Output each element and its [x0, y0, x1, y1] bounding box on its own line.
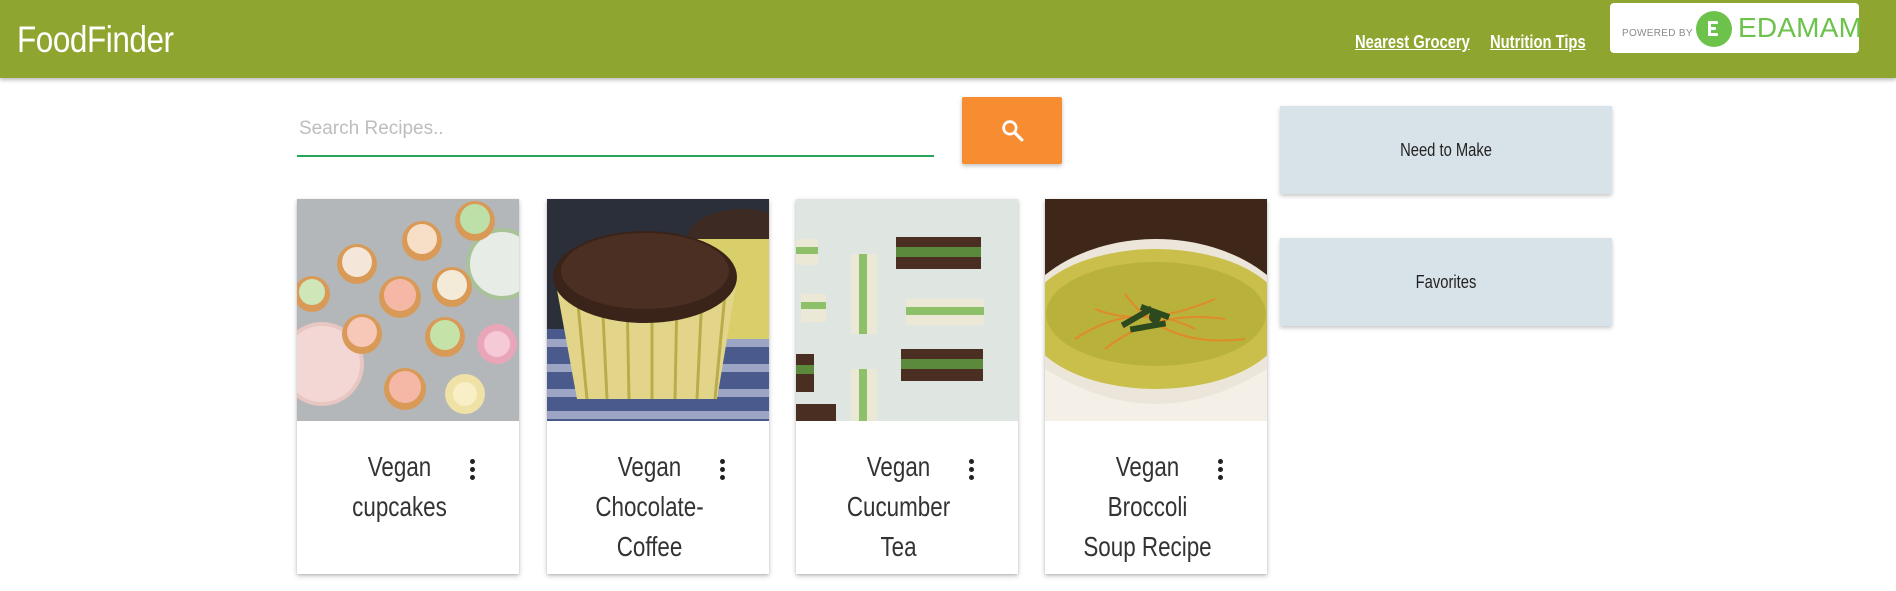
- tea-sandwiches-photo[interactable]: [796, 199, 1018, 421]
- need-to-make-label: Need to Make: [1400, 140, 1492, 160]
- recipe-title[interactable]: Vegan cupcakes: [334, 447, 466, 527]
- more-vert-icon[interactable]: [1210, 457, 1230, 483]
- broccoli-soup-photo[interactable]: [1045, 199, 1267, 421]
- powered-by-edamam-badge[interactable]: POWERED BY EDAMAM: [1610, 3, 1863, 53]
- brand-logo[interactable]: FoodFinder: [17, 20, 174, 60]
- more-vert-icon[interactable]: [462, 457, 482, 483]
- favorites-button[interactable]: Favorites: [1280, 238, 1612, 326]
- search-bar: [297, 103, 934, 157]
- more-vert-icon[interactable]: [712, 457, 732, 483]
- recipe-card[interactable]: Vegan Broccoli Soup Recipe: [1045, 199, 1267, 574]
- favorites-label: Favorites: [1415, 272, 1477, 292]
- cupcakes-photo[interactable]: [297, 199, 519, 421]
- edamam-logo-icon: [1696, 11, 1732, 47]
- search-input[interactable]: [297, 113, 921, 145]
- recipe-title[interactable]: Vegan Chocolate-Coffee Muffins: [584, 447, 716, 574]
- need-to-make-button[interactable]: Need to Make: [1280, 106, 1612, 194]
- search-icon: [1002, 120, 1024, 142]
- chocolate-muffin-photo[interactable]: [547, 199, 769, 421]
- recipe-card[interactable]: Vegan Cucumber Tea Sandwiches: [796, 199, 1018, 574]
- nav-link-nearest-grocery[interactable]: Nearest Grocery: [1355, 32, 1470, 53]
- powered-by-label: POWERED BY: [1622, 28, 1693, 39]
- more-vert-icon[interactable]: [961, 457, 981, 483]
- nav-link-nutrition-tips[interactable]: Nutrition Tips: [1490, 32, 1586, 53]
- recipe-card[interactable]: Vegan cupcakes: [297, 199, 519, 574]
- search-button[interactable]: [962, 97, 1062, 164]
- recipe-card[interactable]: Vegan Chocolate-Coffee Muffins: [547, 199, 769, 574]
- top-navbar: FoodFinder Nearest Grocery Nutrition Tip…: [0, 0, 1896, 78]
- recipe-title[interactable]: Vegan Cucumber Tea Sandwiches: [833, 447, 965, 574]
- recipe-title[interactable]: Vegan Broccoli Soup Recipe: [1082, 447, 1214, 567]
- edamam-wordmark: EDAMAM: [1738, 12, 1863, 43]
